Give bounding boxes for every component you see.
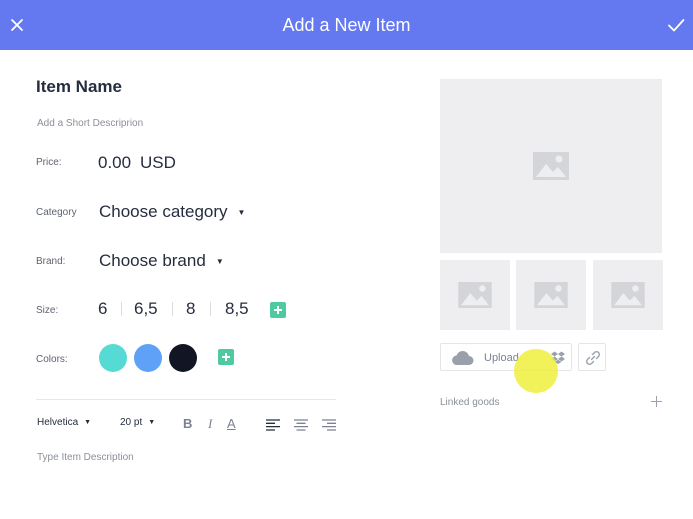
category-selected-value: Choose category: [99, 202, 228, 221]
touch-cursor-indicator: [514, 349, 558, 393]
item-description-field[interactable]: Type Item Description: [37, 452, 134, 463]
chevron-down-icon: ▼: [237, 207, 246, 217]
bold-button[interactable]: B: [183, 416, 192, 431]
image-placeholder-icon: [533, 152, 569, 180]
color-swatch-turquoise[interactable]: [99, 344, 127, 372]
add-linked-goods-button[interactable]: [651, 396, 662, 407]
brand-selected-value: Choose brand: [99, 251, 206, 270]
colors-label: Colors:: [36, 354, 68, 365]
image-placeholder-icon: [611, 282, 645, 308]
brand-label: Brand:: [36, 256, 66, 267]
thumbnail-slot[interactable]: [516, 260, 586, 330]
link-icon: [585, 350, 601, 366]
size-divider: [121, 302, 122, 316]
linked-goods-label: Linked goods: [440, 397, 500, 408]
image-placeholder-icon: [458, 282, 492, 308]
add-size-button[interactable]: [270, 302, 286, 318]
font-family-value: Helvetica: [37, 417, 79, 428]
size-option[interactable]: 8: [186, 299, 195, 319]
italic-button[interactable]: I: [208, 416, 212, 432]
font-size-select[interactable]: 20 pt ▼: [120, 417, 155, 428]
size-option[interactable]: 6: [98, 299, 107, 319]
chevron-down-icon: ▼: [215, 256, 224, 266]
confirm-button[interactable]: [664, 13, 688, 37]
thumbnail-slot[interactable]: [440, 260, 510, 330]
price-input[interactable]: 0.00: [98, 153, 131, 173]
size-option[interactable]: 6,5: [134, 299, 158, 319]
color-swatch-blue[interactable]: [134, 344, 162, 372]
align-center-icon: [294, 419, 308, 431]
thumbnail-slot[interactable]: [593, 260, 663, 330]
size-divider: [172, 302, 173, 316]
add-color-button[interactable]: [218, 349, 234, 365]
align-right-icon: [322, 419, 336, 431]
image-placeholder-icon: [534, 282, 568, 308]
category-select[interactable]: Choose category ▼: [99, 202, 245, 222]
upload-label: Upload: [484, 352, 519, 364]
price-label: Price:: [36, 157, 62, 168]
chevron-down-icon: ▼: [84, 419, 92, 426]
category-label: Category: [36, 207, 77, 218]
align-left-icon: [266, 419, 280, 431]
text-color-button[interactable]: A: [227, 416, 236, 431]
top-bar: Add a New Item: [0, 0, 693, 50]
font-family-select[interactable]: Helvetica ▼: [37, 417, 91, 428]
currency-label: USD: [140, 153, 176, 172]
cloud-upload-icon: [452, 351, 474, 365]
main-image-slot[interactable]: [440, 79, 662, 253]
brand-select[interactable]: Choose brand ▼: [99, 251, 224, 271]
page-title: Add a New Item: [282, 15, 411, 35]
checkmark-icon: [668, 19, 685, 32]
add-link-button[interactable]: [578, 343, 606, 371]
align-left-button[interactable]: [266, 418, 280, 431]
item-name-field[interactable]: Item Name: [36, 77, 122, 97]
size-divider: [210, 302, 211, 316]
align-center-button[interactable]: [294, 418, 308, 431]
size-option[interactable]: 8,5: [225, 299, 249, 319]
section-divider: [36, 399, 336, 400]
size-label: Size:: [36, 305, 59, 316]
align-right-button[interactable]: [322, 418, 336, 431]
chevron-down-icon: ▼: [148, 419, 156, 426]
font-size-value: 20 pt: [120, 417, 143, 428]
color-swatch-black[interactable]: [169, 344, 197, 372]
short-description-field[interactable]: Add a Short Descriprion: [37, 118, 143, 129]
